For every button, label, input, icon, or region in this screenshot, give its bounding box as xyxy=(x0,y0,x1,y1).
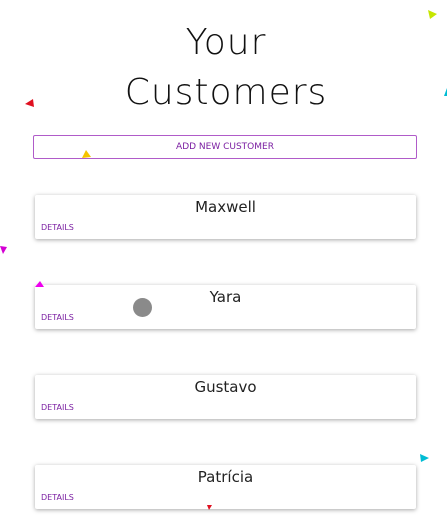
details-link[interactable]: DETAILS xyxy=(41,223,74,232)
customer-card: Yara DETAILS xyxy=(35,285,416,329)
add-new-customer-button[interactable]: ADD NEW CUSTOMER xyxy=(33,135,417,159)
customer-card: Maxwell DETAILS xyxy=(35,195,416,239)
details-link[interactable]: DETAILS xyxy=(41,493,74,502)
details-link[interactable]: DETAILS xyxy=(41,313,74,322)
customer-name: Patrícia xyxy=(197,468,254,486)
customer-name: Gustavo xyxy=(194,378,257,396)
page-title-line-1: Your xyxy=(185,22,267,63)
page-title-line-2: Customers xyxy=(124,72,328,113)
customer-card: Patrícia DETAILS xyxy=(35,465,416,509)
page-title: Your Customers xyxy=(0,18,447,118)
touch-cursor-indicator xyxy=(133,298,152,317)
details-link[interactable]: DETAILS xyxy=(41,403,74,412)
customer-name: Yara xyxy=(209,288,242,306)
confetti-piece xyxy=(420,454,429,462)
confetti-piece xyxy=(0,246,7,254)
customer-name: Maxwell xyxy=(195,198,256,216)
customer-card: Gustavo DETAILS xyxy=(35,375,416,419)
